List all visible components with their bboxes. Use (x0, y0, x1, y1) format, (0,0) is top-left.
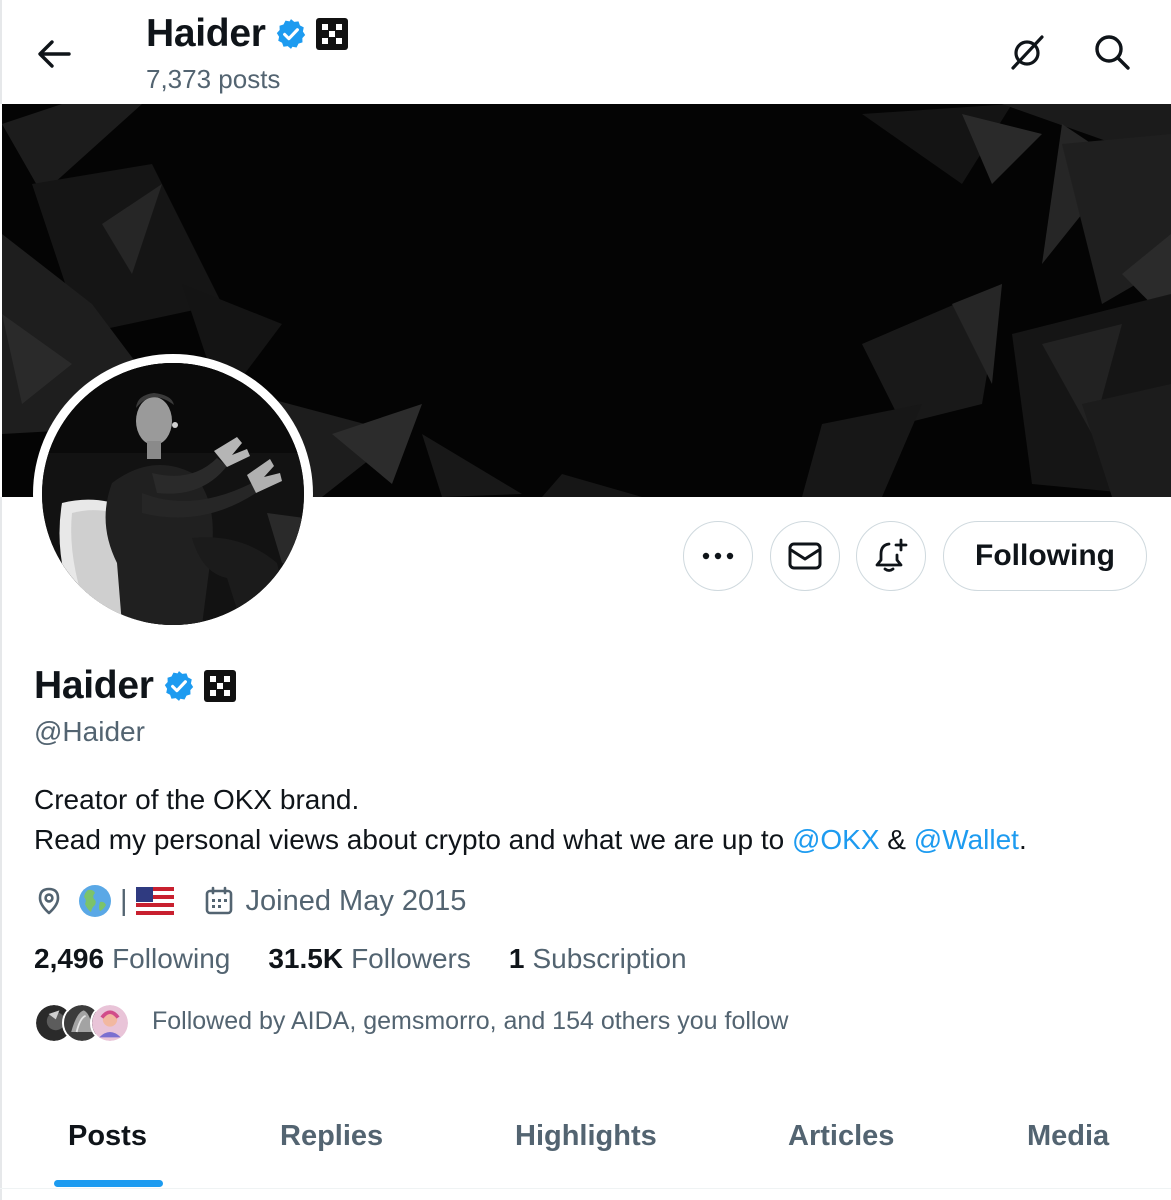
verified-badge-icon[interactable] (162, 669, 196, 703)
notifications-button[interactable] (856, 521, 926, 591)
following-button[interactable]: Following (943, 521, 1147, 591)
more-options-button[interactable] (683, 521, 753, 591)
grok-icon (1011, 35, 1044, 70)
header-title-row: Haider (146, 12, 348, 56)
active-tab-indicator (54, 1180, 163, 1187)
back-button[interactable] (30, 30, 78, 78)
tab-highlights[interactable]: Highlights (515, 1120, 657, 1153)
following-count: 2,496 (34, 943, 105, 974)
following-count-link[interactable]: 2,496 Following (34, 943, 230, 975)
profile-name: Haider (34, 664, 154, 707)
bio-period: . (1018, 824, 1027, 855)
search-icon (1095, 35, 1130, 70)
header-name: Haider (146, 12, 266, 55)
subscriptions-count-link[interactable]: 1 Subscription (509, 943, 687, 975)
profile-header: Haider 7,373 posts (0, 0, 1171, 104)
bio-line-2: Read my personal views about crypto and … (34, 820, 1027, 860)
followers-label: Followers (351, 943, 471, 974)
bell-plus-icon (875, 538, 908, 572)
posts-count: 7,373 posts (146, 64, 281, 94)
verified-badge-icon (276, 19, 305, 49)
joined-date: Joined May 2015 (245, 884, 467, 917)
profile-meta: | Joined May 2015 (34, 880, 466, 922)
profile-bio: Creator of the OKX brand. Read my person… (34, 780, 1027, 860)
arrow-left-icon (38, 40, 71, 68)
tab-articles[interactable]: Articles (788, 1120, 894, 1153)
more-icon (702, 552, 734, 560)
search-button[interactable] (1088, 28, 1136, 76)
location-icon (38, 887, 60, 915)
following-label: Following (112, 943, 231, 974)
follower-avatar (90, 1003, 130, 1043)
bio-ampersand: & (879, 824, 914, 855)
calendar-icon (205, 886, 232, 915)
profile-stats: 2,496 Following 31.5K Followers 1 Subscr… (34, 943, 687, 975)
tabs-divider (0, 1188, 1171, 1189)
subscriptions-label: Subscription (532, 943, 687, 974)
tab-media[interactable]: Media (1027, 1120, 1109, 1153)
followers-count: 31.5K (268, 943, 344, 974)
globe-emoji-icon (79, 885, 111, 917)
location-separator: | (120, 884, 128, 917)
bio-line-1: Creator of the OKX brand. (34, 784, 360, 815)
column-border (0, 497, 2, 1200)
avatar-image (42, 363, 304, 625)
bio-text: Read my personal views about crypto and … (34, 824, 792, 855)
followed-by-text[interactable]: Followed by AIDA, gemsmorro, and 154 oth… (152, 1007, 788, 1036)
mention-wallet-link[interactable]: @Wallet (914, 824, 1019, 855)
message-button[interactable] (770, 521, 840, 591)
followers-count-link[interactable]: 31.5K Followers (268, 943, 471, 975)
profile-tabs: Posts Replies Highlights Articles Media (0, 1100, 1171, 1200)
profile-name-row: Haider (34, 664, 236, 708)
subscriptions-count: 1 (508, 943, 525, 974)
profile-avatar[interactable] (33, 354, 313, 634)
tab-replies[interactable]: Replies (280, 1120, 383, 1153)
mention-okx-link[interactable]: @OKX (792, 824, 880, 855)
profile-handle: @Haider (34, 716, 145, 747)
mail-icon (788, 542, 822, 570)
avatar-photo (42, 363, 304, 625)
grok-button[interactable] (1003, 28, 1051, 76)
okx-affiliate-icon[interactable] (203, 670, 236, 702)
tab-posts[interactable]: Posts (68, 1120, 147, 1153)
okx-affiliate-icon (315, 18, 348, 50)
us-flag-icon (135, 887, 174, 915)
